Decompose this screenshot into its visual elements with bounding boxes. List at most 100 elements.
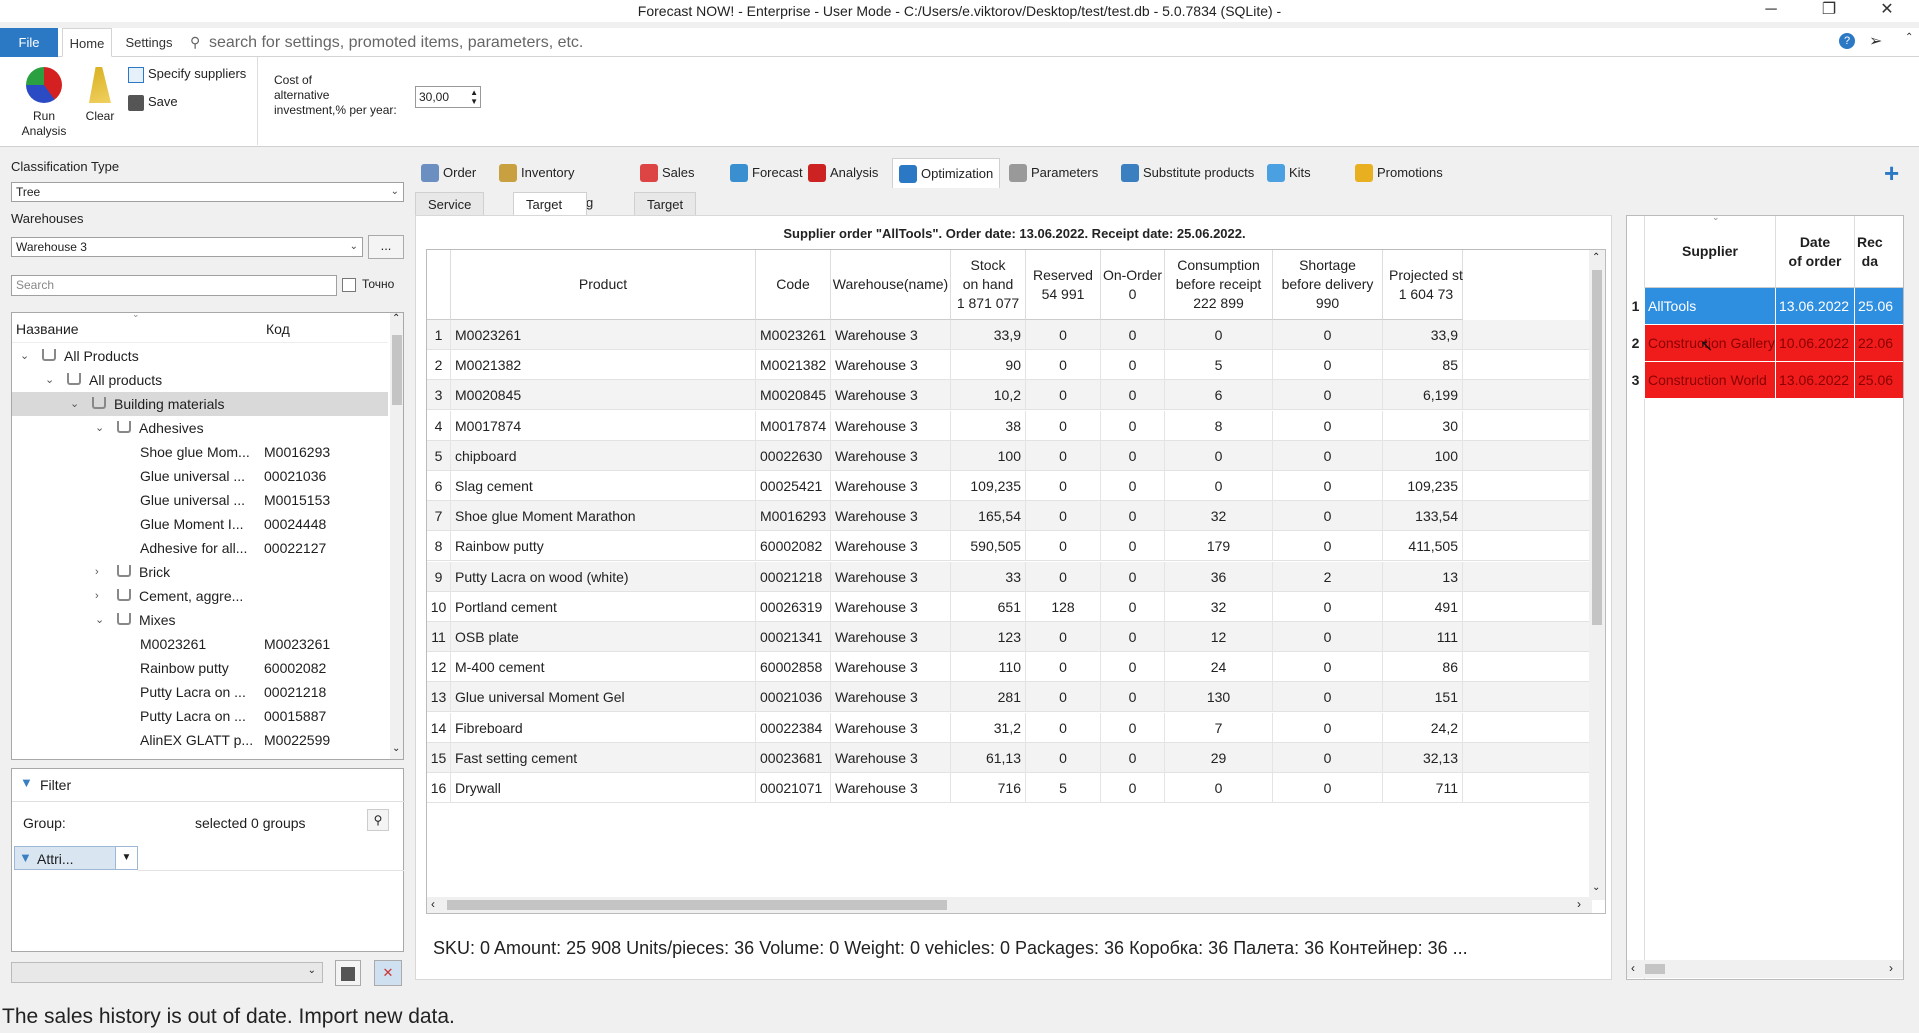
table-row[interactable]: 4 M0017874 M0017874 Warehouse 3 38 0 0 8 0 30: [427, 410, 1592, 441]
tab-kits[interactable]: Kits: [1261, 158, 1345, 188]
tab-analysis[interactable]: Analysis: [802, 158, 888, 188]
tree-header-name[interactable]: Название: [16, 321, 79, 337]
clear-button[interactable]: Clear: [80, 67, 120, 124]
supplier-hscroll-thumb[interactable]: [1645, 964, 1665, 974]
tree-row[interactable]: › Cement, aggre...: [12, 584, 388, 608]
chevron-down-icon[interactable]: ⌄: [70, 392, 79, 416]
spinner-icon[interactable]: ▲ ▼: [470, 88, 478, 106]
table-row[interactable]: 8 Rainbow putty 60002082 Warehouse 3 590,505…: [427, 531, 1592, 562]
table-row[interactable]: 16 Drywall 00021071 Warehouse 3 716 5 0 0 0 711: [427, 773, 1592, 803]
settings-search-input[interactable]: search for settings, promoted items, par…: [209, 28, 583, 57]
save-filter-button[interactable]: [335, 960, 361, 986]
grid-col-header-warehouse[interactable]: Warehouse(name): [831, 250, 951, 320]
tree-row[interactable]: Adhesive for all... 00022127: [12, 536, 388, 560]
grid-col-header-projected[interactable]: Projected st 1 604 73: [1383, 250, 1463, 320]
save-button[interactable]: Save: [128, 93, 178, 111]
table-row[interactable]: 11 OSB plate 00021341 Warehouse 3 123 0 0 12 0 11…: [427, 622, 1592, 652]
help-icon[interactable]: ?: [1839, 33, 1855, 49]
chevron-down-icon[interactable]: ⌄: [95, 416, 104, 440]
grid-col-header-product[interactable]: Product: [451, 250, 756, 320]
tab-order[interactable]: Order: [415, 158, 489, 188]
supplier-hscrollbar[interactable]: ‹ ›: [1627, 960, 1903, 978]
collapse-ribbon-icon[interactable]: ⌃: [1905, 32, 1913, 43]
tab-parameters[interactable]: Parameters: [1003, 158, 1111, 188]
tree-row[interactable]: Glue universal ... M0015153: [12, 488, 388, 512]
scroll-right-icon[interactable]: ›: [1577, 897, 1581, 911]
minimize-button[interactable]: ─: [1743, 0, 1799, 22]
tree-row[interactable]: AlinEX GLATT ... 00015072: [12, 752, 388, 759]
grid-col-header-stock[interactable]: Stock on hand 1 871 077: [951, 250, 1026, 320]
table-row[interactable]: 12 M-400 cement 60002858 Warehouse 3 110 0 0 24…: [427, 652, 1592, 683]
scroll-up-icon[interactable]: ⌃: [392, 313, 400, 324]
grid-col-header-onorder[interactable]: On-Order 0: [1101, 250, 1165, 320]
tree-row[interactable]: ⌄ Mixes: [12, 608, 388, 632]
subtab-target-supplier[interactable]: Target Supplier: [513, 192, 587, 236]
chevron-down-icon[interactable]: ▼: [115, 847, 137, 869]
scroll-left-icon[interactable]: ‹: [1631, 961, 1635, 975]
tab-home[interactable]: Home: [62, 28, 112, 57]
table-row[interactable]: 1 M0023261 M0023261 Warehouse 3 33,9 0 0 0 0 33,9: [427, 320, 1592, 350]
warehouse-select[interactable]: Warehouse 3 ⌄: [11, 237, 363, 257]
tree-row[interactable]: ⌄ Building materials: [12, 392, 388, 416]
scroll-up-icon[interactable]: ⌃: [1592, 252, 1600, 263]
tree-header-code[interactable]: Код: [266, 321, 290, 337]
grid-col-header-code[interactable]: Code: [756, 250, 831, 320]
tree-row[interactable]: ⌄ Adhesives: [12, 416, 388, 440]
table-row[interactable]: 9 Putty Lacra on wood (white) 00021218 Ware…: [427, 561, 1592, 592]
scroll-down-icon[interactable]: ⌄: [392, 743, 400, 754]
table-row[interactable]: 5 chipboard 00022630 Warehouse 3 100 0 0 0 0 100: [427, 440, 1592, 471]
tree-row[interactable]: M0023261 M0023261: [12, 632, 388, 656]
close-button[interactable]: ✕: [1859, 0, 1915, 22]
supplier-row[interactable]: 2 Construction Gallery 10.06.2022 22.06: [1627, 325, 1903, 362]
tree-scrollbar[interactable]: ⌃ ⌄: [390, 313, 403, 759]
chevron-down-icon[interactable]: ⌄: [20, 344, 29, 368]
subtab-service-level[interactable]: Service level: [415, 192, 485, 236]
exact-checkbox[interactable]: [342, 278, 356, 292]
supplier-row[interactable]: 1 AllTools 13.06.2022 25.06: [1627, 288, 1903, 325]
add-icon[interactable]: +: [1884, 160, 1899, 186]
grid-hscroll-thumb[interactable]: [447, 900, 947, 910]
restore-button[interactable]: ❐: [1801, 0, 1857, 22]
specify-suppliers-button[interactable]: Specify suppliers: [128, 65, 246, 83]
grid-col-header-consumption[interactable]: Consumption before receipt 222 899: [1165, 250, 1273, 320]
bottom-combo[interactable]: ⌄: [11, 962, 323, 983]
grid-col-header-num[interactable]: [427, 250, 451, 320]
tree-row[interactable]: Putty Lacra on ... 00015887: [12, 704, 388, 728]
run-analysis-button[interactable]: Run Analysis: [14, 67, 74, 139]
tab-sales[interactable]: Sales: [634, 158, 720, 188]
grid-col-header-shortage[interactable]: Shortage before delivery 990: [1273, 250, 1383, 320]
send-icon[interactable]: ➢: [1869, 31, 1882, 51]
order-date-col-header[interactable]: Date of order: [1776, 216, 1855, 288]
tab-substitute-products[interactable]: Substitute products: [1115, 158, 1257, 188]
chevron-right-icon[interactable]: ›: [95, 584, 99, 608]
scroll-left-icon[interactable]: ‹: [431, 897, 435, 911]
table-row[interactable]: 10 Portland cement 00026319 Warehouse 3 651 1…: [427, 591, 1592, 622]
grid-horizontal-scrollbar[interactable]: ‹ ›: [427, 897, 1592, 913]
tab-forecast[interactable]: Forecast: [724, 158, 803, 188]
chevron-down-icon[interactable]: ⌄: [45, 368, 54, 392]
scroll-right-icon[interactable]: ›: [1889, 961, 1893, 975]
cost-input[interactable]: 30,00 ▲ ▼: [415, 86, 481, 108]
table-row[interactable]: 7 Shoe glue Moment Marathon M0016293 Wareho…: [427, 501, 1592, 532]
tree-row[interactable]: Shoe glue Mom... M0016293: [12, 440, 388, 464]
tree-row[interactable]: ⌄ All products: [12, 368, 388, 392]
classification-type-select[interactable]: Tree ⌄: [11, 182, 404, 202]
grid-vertical-scrollbar[interactable]: ⌃ ⌄: [1589, 250, 1605, 900]
chevron-right-icon[interactable]: ›: [95, 560, 99, 584]
tree-search-input[interactable]: Search: [11, 275, 337, 296]
attribute-dropdown[interactable]: ▼ Attri... ▼: [14, 846, 138, 870]
tab-promotions[interactable]: Promotions: [1349, 158, 1455, 188]
table-row[interactable]: 15 Fast setting cement 00023681 Warehouse 3…: [427, 742, 1592, 773]
tree-row[interactable]: Putty Lacra on ... 00021218: [12, 680, 388, 704]
table-row[interactable]: 14 Fibreboard 00022384 Warehouse 3 31,2 0 0 7 0 2…: [427, 712, 1592, 743]
subtab-target-order-cycle[interactable]: Target order cycle: [634, 192, 697, 260]
tab-optimization[interactable]: Optimization: [892, 158, 1000, 188]
grid-col-header-reserved[interactable]: Reserved 54 991: [1026, 250, 1101, 320]
tree-row[interactable]: AlinEX GLATT p... M0022599: [12, 728, 388, 752]
warehouse-more-button[interactable]: ...: [368, 235, 404, 259]
clear-filter-button[interactable]: ✕: [374, 960, 402, 986]
grid-vscroll-thumb[interactable]: [1592, 270, 1602, 625]
table-row[interactable]: 13 Glue universal Moment Gel 00021036 Wareh…: [427, 682, 1592, 713]
tab-settings[interactable]: Settings: [118, 28, 180, 57]
chevron-down-icon[interactable]: ⌄: [95, 608, 104, 632]
